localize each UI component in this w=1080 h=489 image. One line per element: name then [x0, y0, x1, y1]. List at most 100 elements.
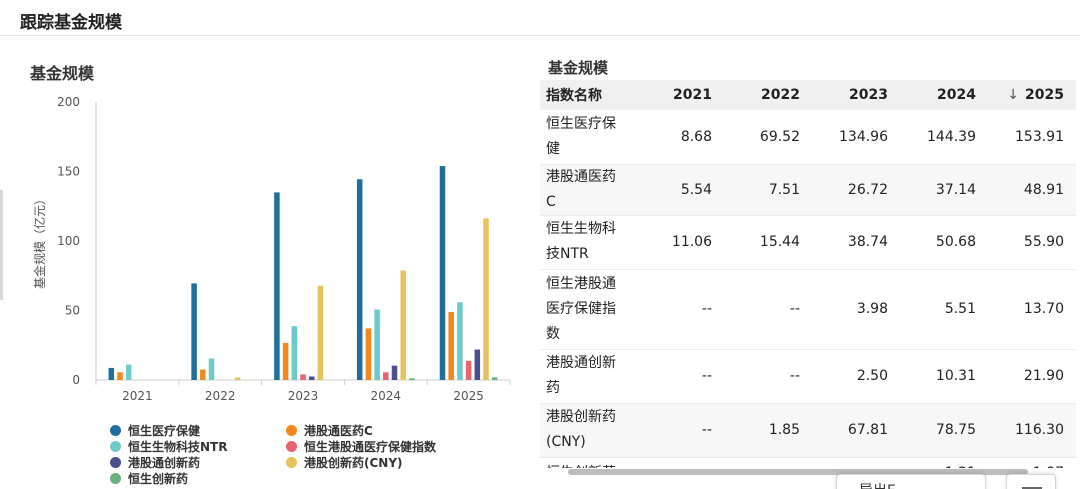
column-header-2022[interactable]: 2022 [724, 80, 812, 110]
legend-label: 恒生医疗保健 [128, 423, 201, 438]
row-value: 153.91 [988, 110, 1076, 165]
left-scroll-edge[interactable] [0, 190, 3, 300]
minimize-button[interactable] [1006, 474, 1056, 489]
bar [365, 328, 372, 380]
bar [356, 179, 363, 380]
x-tick-label: 2024 [371, 389, 402, 403]
column-header-2025[interactable]: ↓ 2025 [988, 80, 1076, 110]
row-name: 恒生港股通医疗保健指数 [540, 269, 636, 350]
legend-item[interactable]: 恒生医疗保健 [110, 422, 200, 438]
bar [474, 349, 481, 380]
bar [317, 285, 324, 380]
row-name: 港股通医药C [540, 164, 636, 216]
sort-down-icon[interactable]: ↓ [1007, 87, 1019, 103]
x-tick-label: 2021 [122, 389, 153, 403]
row-name: 港股创新药(CNY) [540, 403, 636, 458]
bar [191, 283, 197, 380]
fund-size-table: 指数名称 2021 2022 2023 2024 ↓ 2025 恒生医疗保健 8.… [540, 80, 1080, 468]
x-tick-label: 2023 [288, 389, 319, 403]
row-value: 13.70 [988, 269, 1076, 350]
row-value: 3.98 [812, 269, 900, 350]
y-tick-label: 150 [57, 165, 80, 179]
table-row: 恒生港股通医疗保健指数 -- -- 3.98 5.51 13.70 [540, 269, 1076, 350]
row-value: 5.54 [636, 164, 724, 216]
legend-item[interactable]: 恒生港股通医疗保健指数 [286, 438, 436, 454]
bar [483, 218, 489, 380]
bar [117, 372, 123, 380]
row-value: 37.14 [900, 164, 988, 216]
page-title: 跟踪基金规模 [20, 13, 122, 33]
bar [400, 270, 406, 380]
chart-title: 基金规模 [30, 64, 95, 83]
table-row: 港股通医药C 5.54 7.51 26.72 37.14 48.91 [540, 164, 1076, 216]
row-value: 116.30 [988, 403, 1076, 458]
bar [409, 378, 415, 380]
row-name: 港股通创新药 [540, 349, 636, 404]
x-tick-label: 2025 [453, 389, 484, 403]
legend-dot-icon [286, 456, 297, 468]
row-value: 50.68 [900, 215, 988, 270]
row-value: 7.51 [724, 164, 812, 216]
row-value: 10.31 [900, 349, 988, 404]
bar [234, 377, 241, 380]
bar [291, 326, 298, 380]
table-row: 恒生医疗保健 8.68 69.52 134.96 144.39 153.91 [540, 110, 1076, 165]
row-value: 38.74 [812, 215, 900, 270]
row-value: 48.91 [988, 164, 1076, 216]
row-value: 15.44 [724, 215, 812, 270]
bar [439, 166, 446, 380]
row-value: 55.90 [988, 215, 1076, 270]
legend-item[interactable]: 港股通创新药 [110, 454, 200, 470]
row-value: 78.75 [900, 403, 988, 458]
page-header: 跟踪基金规模 [0, 0, 1080, 36]
bar [274, 192, 280, 380]
legend-item[interactable]: 港股通医药C [286, 422, 373, 438]
row-value: -- [636, 269, 724, 350]
table-row: 恒生生物科技NTR 11.06 15.44 38.74 50.68 55.90 [540, 215, 1076, 270]
row-value: -- [636, 349, 724, 404]
x-tick-label: 2022 [205, 389, 236, 403]
row-value: 5.51 [900, 269, 988, 350]
column-header-2025-label: 2025 [1025, 87, 1064, 103]
legend-item[interactable]: 恒生生物科技NTR [110, 438, 227, 454]
y-tick-label: 0 [72, 373, 80, 387]
legend-item[interactable]: 港股创新药(CNY) [286, 454, 403, 470]
fund-size-bar-chart: 0 50 100 150 200 基金规模（亿元） 2021 2022 2023 2024 2025 [32, 95, 511, 403]
table-title: 基金规模 [548, 59, 609, 77]
bar [374, 309, 380, 380]
bar [125, 364, 132, 380]
row-name: 恒生医疗保健 [540, 110, 636, 165]
row-value: 69.52 [724, 110, 812, 165]
column-header-index-name[interactable]: 指数名称 [540, 80, 636, 110]
row-value: 8.68 [636, 110, 724, 165]
row-value: 11.06 [636, 215, 724, 270]
legend-label: 恒生生物科技NTR [128, 439, 228, 454]
y-tick-label: 200 [57, 95, 80, 109]
row-value: 21.90 [988, 349, 1076, 404]
legend-item[interactable]: 恒生创新药 [110, 470, 188, 486]
bar [108, 367, 115, 380]
column-header-2023[interactable]: 2023 [812, 80, 900, 110]
row-value: 1.85 [724, 403, 812, 458]
row-value: 144.39 [900, 110, 988, 165]
y-tick-label: 50 [65, 304, 80, 318]
y-axis-label: 基金规模（亿元） [32, 193, 47, 289]
table-row: 港股创新药(CNY) -- 1.85 67.81 78.75 116.30 [540, 403, 1076, 458]
bar [457, 302, 463, 380]
bar [448, 312, 454, 380]
legend-label: 恒生港股通医疗保健指数 [304, 439, 437, 454]
row-value: 2.50 [812, 349, 900, 404]
row-name: 恒生生物科技NTR [540, 215, 636, 270]
legend-dot-icon [110, 424, 121, 436]
legend-dot-icon [110, 456, 121, 468]
bar [282, 342, 289, 380]
column-header-2021[interactable]: 2021 [636, 80, 724, 110]
legend-label: 恒生创新药 [128, 471, 189, 486]
row-value: -- [636, 403, 724, 458]
export-button[interactable]: 导出E... [836, 474, 986, 489]
legend-dot-icon [110, 440, 121, 452]
column-header-2024[interactable]: 2024 [900, 80, 988, 110]
row-value: 134.96 [812, 110, 900, 165]
legend-label: 港股创新药(CNY) [304, 455, 403, 470]
row-value: -- [724, 349, 812, 404]
